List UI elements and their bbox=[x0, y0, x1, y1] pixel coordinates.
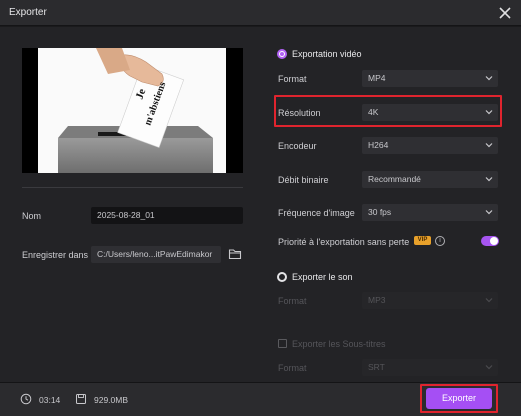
info-icon[interactable]: i bbox=[435, 236, 445, 246]
video-format-select[interactable]: MP4 bbox=[362, 70, 498, 87]
save-location-label: Enregistrer dans bbox=[22, 250, 89, 260]
video-export-label: Exportation vidéo bbox=[292, 49, 362, 59]
chevron-down-icon bbox=[485, 365, 493, 370]
chevron-down-icon bbox=[485, 177, 493, 182]
audio-format-value: MP3 bbox=[368, 295, 386, 305]
preview-divider bbox=[22, 187, 243, 188]
save-path-field[interactable]: C:/Users/leno...itPawEdimakor bbox=[91, 246, 221, 263]
export-highlight-box bbox=[420, 384, 498, 413]
dialog-footer: 03:14 929.0MB Exporter bbox=[0, 382, 521, 416]
title-bar: Exporter bbox=[0, 0, 521, 26]
audio-format-label: Format bbox=[278, 296, 307, 306]
bitrate-select[interactable]: Recommandé bbox=[362, 171, 498, 188]
chevron-down-icon bbox=[485, 298, 493, 303]
ballot-box-image: Je m'abstiens bbox=[58, 48, 213, 173]
video-preview: Je m'abstiens bbox=[22, 48, 243, 173]
subtitles-format-label: Format bbox=[278, 363, 307, 373]
file-size-text: 929.0MB bbox=[94, 395, 129, 405]
name-label: Nom bbox=[22, 211, 42, 221]
chevron-down-icon bbox=[485, 143, 493, 148]
subtitles-format-select[interactable]: SRT bbox=[362, 359, 498, 376]
chevron-down-icon bbox=[485, 76, 493, 81]
lossless-priority-label: Priorité à l'exportation sans perte bbox=[278, 237, 410, 247]
video-export-radio[interactable] bbox=[277, 49, 287, 59]
encoder-select[interactable]: H264 bbox=[362, 137, 498, 154]
video-format-label: Format bbox=[278, 74, 307, 84]
window-title: Exporter bbox=[9, 7, 47, 18]
framerate-value: 30 fps bbox=[368, 207, 392, 217]
video-format-value: MP4 bbox=[368, 73, 386, 83]
encoder-label: Encodeur bbox=[278, 141, 317, 151]
duration-text: 03:14 bbox=[39, 395, 61, 405]
subtitles-export-label: Exporter les Sous-titres bbox=[292, 339, 386, 349]
file-size-icon bbox=[76, 394, 86, 404]
preview-frame: Je m'abstiens bbox=[38, 48, 226, 173]
bitrate-label: Débit binaire bbox=[278, 175, 329, 185]
audio-format-select[interactable]: MP3 bbox=[362, 292, 498, 309]
audio-export-radio[interactable] bbox=[277, 272, 287, 282]
audio-export-label: Exporter le son bbox=[292, 272, 353, 282]
subtitles-checkbox[interactable] bbox=[278, 339, 287, 348]
folder-icon[interactable] bbox=[228, 247, 242, 261]
chevron-down-icon bbox=[485, 210, 493, 215]
name-input[interactable]: 2025-08-28_01 bbox=[91, 207, 243, 224]
bitrate-value: Recommandé bbox=[368, 174, 421, 184]
encoder-value: H264 bbox=[368, 140, 389, 150]
framerate-select[interactable]: 30 fps bbox=[362, 204, 498, 221]
framerate-label: Fréquence d'image bbox=[278, 208, 355, 218]
clock-icon bbox=[20, 393, 32, 405]
resolution-highlight-box bbox=[274, 95, 502, 127]
subtitles-format-value: SRT bbox=[368, 362, 385, 372]
lossless-priority-toggle[interactable] bbox=[481, 236, 499, 246]
close-icon[interactable] bbox=[495, 3, 515, 23]
vip-badge: VIP bbox=[414, 236, 431, 245]
